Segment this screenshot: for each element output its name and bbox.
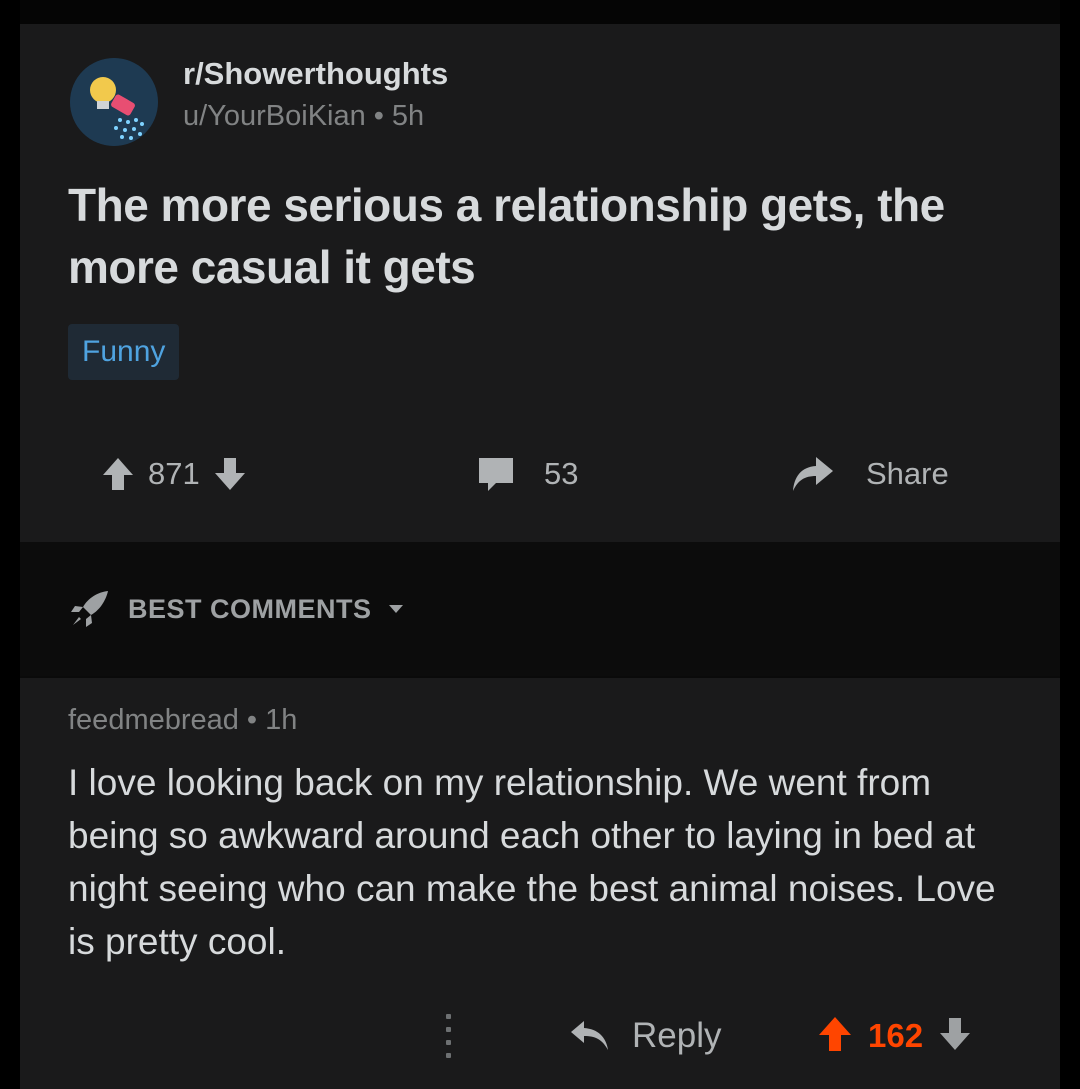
app-frame: r/Showerthoughts u/YourBoiKian • 5h The mo… xyxy=(20,0,1060,1089)
post-title[interactable]: The more serious a relationship gets, th… xyxy=(68,174,968,298)
comment-actions: Reply 162 xyxy=(20,1008,1060,1064)
comment-card: feedmebread • 1h I love looking back on my… xyxy=(20,678,1060,1089)
reply-label: Reply xyxy=(632,1016,722,1055)
chevron-down-icon xyxy=(388,605,403,613)
comment-age: 1h xyxy=(265,704,298,736)
comment-downvote-button[interactable] xyxy=(939,1017,971,1056)
post-meta: u/YourBoiKian • 5h xyxy=(183,100,424,133)
post-author[interactable]: u/YourBoiKian xyxy=(183,100,366,132)
reply-button[interactable]: Reply xyxy=(570,1008,721,1064)
comment-meta: feedmebread • 1h xyxy=(68,704,297,737)
comment-author[interactable]: feedmebread xyxy=(68,704,239,736)
comment-upvote-button[interactable] xyxy=(818,1016,852,1057)
comment-vote-group: 162 xyxy=(818,1008,971,1064)
meta-separator: • xyxy=(246,704,258,736)
post-age: 5h xyxy=(391,100,425,132)
sort-label: BEST COMMENTS xyxy=(128,593,372,624)
arrow-down-icon xyxy=(940,1017,971,1050)
shower-lightbulb-icon xyxy=(70,58,158,146)
reply-arrow-icon xyxy=(571,1021,608,1050)
downvote-button[interactable] xyxy=(214,457,246,491)
sort-dropdown[interactable]: BEST COMMENTS xyxy=(70,590,404,628)
post-vote-group: 871 xyxy=(102,444,246,504)
share-arrow-icon xyxy=(793,457,833,491)
comments-button[interactable]: 53 xyxy=(476,444,578,504)
comment-upvote-count: 162 xyxy=(868,1017,924,1054)
subreddit-name[interactable]: r/Showerthoughts xyxy=(183,56,448,92)
meta-separator: • xyxy=(373,100,384,132)
post-upvote-count: 871 xyxy=(148,456,200,491)
speech-bubble-icon xyxy=(479,458,513,491)
top-strip xyxy=(20,0,1060,24)
vertical-dots-icon[interactable] xyxy=(442,1014,454,1058)
arrow-up-icon xyxy=(819,1016,851,1051)
arrow-up-icon xyxy=(103,458,133,490)
comment-body: I love looking back on my relationship. … xyxy=(68,762,996,962)
post-actions: 871 53 Share xyxy=(20,444,1060,504)
comment-count: 53 xyxy=(544,456,579,491)
post-flair[interactable]: Funny xyxy=(68,324,180,380)
post-card: r/Showerthoughts u/YourBoiKian • 5h The mo… xyxy=(20,24,1060,542)
comment-sort-bar: BEST COMMENTS xyxy=(20,542,1060,676)
arrow-down-icon xyxy=(214,458,245,490)
rocket-icon xyxy=(71,591,108,627)
subreddit-avatar[interactable] xyxy=(70,58,158,146)
share-label: Share xyxy=(866,456,949,491)
upvote-button[interactable] xyxy=(102,457,134,491)
share-button[interactable]: Share xyxy=(790,444,949,504)
